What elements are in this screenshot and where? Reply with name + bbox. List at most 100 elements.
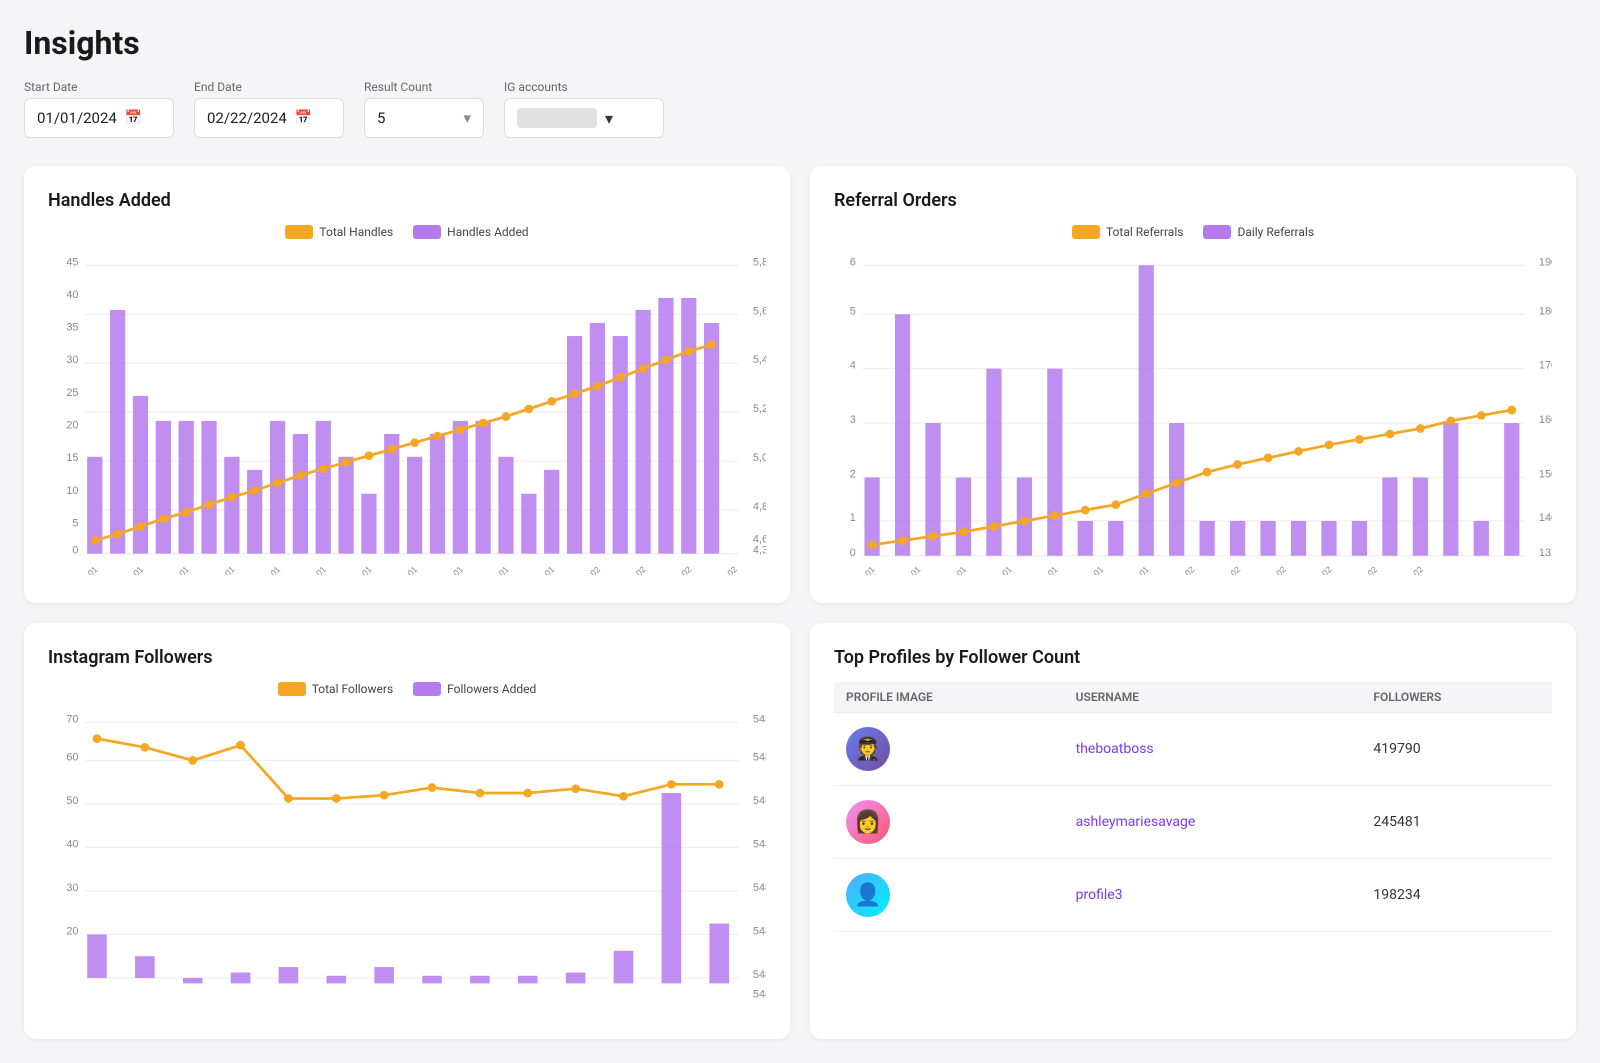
svg-text:2024-22-01: 2024-22-01 [381,564,420,575]
followers-chart-svg: 70 60 50 40 30 20 548,600 548,550 548,50… [48,706,766,1011]
svg-text:2024-06-01: 2024-06-01 [930,564,969,575]
start-date-value: 01/01/2024 [37,109,117,127]
top-profiles-card: Top Profiles by Follower Count PROFILE I… [810,623,1576,1039]
svg-text:0: 0 [850,547,856,559]
svg-text:70: 70 [66,714,78,726]
top-charts-row: Handles Added Total Handles Handles Adde… [24,166,1576,603]
avatar: 👤 [846,873,890,917]
referral-legend: Total Referrals Daily Referrals [834,225,1552,239]
svg-text:5: 5 [850,305,856,317]
svg-text:25: 25 [66,387,78,399]
followers-card: Instagram Followers Total Followers Foll… [24,623,790,1039]
start-date-label: Start Date [24,80,174,94]
top-profiles-title: Top Profiles by Follower Count [834,647,1552,668]
profiles-table: PROFILE IMAGE USERNAME FOLLOWERS 🧑‍✈️ th… [834,682,1552,932]
svg-text:5,800: 5,800 [753,256,766,268]
handles-chart-svg: 45 40 35 30 25 20 15 10 5 0 5,800 5,600 … [48,249,766,575]
svg-text:150: 150 [1539,468,1552,480]
username-link[interactable]: ashleymariesavage [1076,814,1196,830]
referral-legend-daily-label: Daily Referrals [1237,225,1314,239]
total-referrals-color-box [1072,225,1100,239]
handles-legend-added-label: Handles Added [447,225,528,239]
svg-text:2024-28-01: 2024-28-01 [472,564,511,575]
referral-legend-total: Total Referrals [1072,225,1183,239]
col-followers: FOLLOWERS [1361,682,1552,713]
svg-text:2024-31-01: 2024-31-01 [518,564,557,575]
svg-text:2024-10-01: 2024-10-01 [975,564,1014,575]
svg-text:2024-07-01: 2024-07-01 [152,564,191,575]
bottom-row: Instagram Followers Total Followers Foll… [24,623,1576,1039]
ig-accounts-label: IG accounts [504,80,664,94]
handles-added-card: Handles Added Total Handles Handles Adde… [24,166,790,603]
svg-text:15: 15 [66,452,78,464]
svg-text:548,300: 548,300 [753,969,766,981]
followers-added-color-box [413,682,441,696]
svg-text:140: 140 [1539,512,1552,524]
svg-text:548,500: 548,500 [753,795,766,807]
result-count-select[interactable]: 5 ▾ [364,98,484,138]
svg-text:2: 2 [850,468,856,480]
result-count-group: Result Count 5 ▾ [364,80,484,138]
referral-legend-total-label: Total Referrals [1106,225,1183,239]
svg-text:2024-12-02: 2024-12-02 [1249,564,1288,575]
svg-text:0: 0 [72,545,78,557]
col-profile-image: PROFILE IMAGE [834,682,1064,713]
username-link[interactable]: profile3 [1076,887,1123,903]
end-date-input[interactable]: 02/22/2024 📅 [194,98,344,138]
svg-text:180: 180 [1539,305,1552,317]
handles-legend-added: Handles Added [413,225,528,239]
svg-text:4: 4 [850,360,856,372]
handles-chart-title: Handles Added [48,190,766,211]
handles-legend-total: Total Handles [285,225,393,239]
referral-orders-card: Referral Orders Total Referrals Daily Re… [810,166,1576,603]
svg-text:5,000: 5,000 [753,452,766,464]
followers-legend-total: Total Followers [278,682,393,696]
svg-text:45: 45 [66,256,78,268]
calendar-icon-end: 📅 [295,110,312,126]
svg-text:548,250: 548,250 [753,989,766,1001]
svg-text:548,550: 548,550 [753,752,766,764]
svg-text:2024-19-01: 2024-19-01 [335,564,374,575]
svg-text:2024-03-02: 2024-03-02 [564,564,603,575]
svg-text:2024-15-01: 2024-15-01 [1021,564,1060,575]
filters-bar: Start Date 01/01/2024 📅 End Date 02/22/2… [24,80,1576,138]
svg-text:4,800: 4,800 [753,501,766,513]
svg-text:20: 20 [66,926,78,938]
svg-text:548,450: 548,450 [753,839,766,851]
table-row: 🧑‍✈️ theboatboss 419790 [834,713,1552,786]
svg-text:2024-04-01: 2024-04-01 [107,564,146,575]
avatar: 🧑‍✈️ [846,727,890,771]
profile-image-cell: 👤 [834,859,1064,932]
followers-legend: Total Followers Followers Added [48,682,766,696]
start-date-input[interactable]: 01/01/2024 📅 [24,98,174,138]
svg-text:2024-13-01: 2024-13-01 [244,564,283,575]
svg-text:2024-21-02: 2024-21-02 [1387,564,1426,575]
referral-chart-title: Referral Orders [834,190,1552,211]
svg-text:5,400: 5,400 [753,354,766,366]
svg-text:2024-16-01: 2024-16-01 [289,564,328,575]
result-count-label: Result Count [364,80,484,94]
svg-text:1: 1 [850,512,856,524]
followers-legend-added: Followers Added [413,682,536,696]
svg-text:2024-06-02: 2024-06-02 [609,564,648,575]
svg-text:548,350: 548,350 [753,926,766,938]
svg-text:2024-10-01: 2024-10-01 [198,564,237,575]
ig-accounts-select[interactable]: ▾ [504,98,664,138]
svg-text:170: 170 [1539,360,1552,372]
handles-chart-container: 45 40 35 30 25 20 15 10 5 0 5,800 5,600 … [48,249,766,579]
svg-text:190: 190 [1539,256,1552,268]
total-handles-color-box [285,225,313,239]
followers-chart-title: Instagram Followers [48,647,766,668]
chevron-down-icon: ▾ [463,109,471,127]
svg-text:40: 40 [66,839,78,851]
svg-text:6: 6 [850,256,856,268]
referral-chart-svg: 6 5 4 3 2 1 0 190 180 170 160 150 140 13… [834,249,1552,575]
result-count-value: 5 [377,109,385,127]
page-title: Insights [24,24,1576,62]
username-link[interactable]: theboatboss [1076,741,1154,757]
handles-legend: Total Handles Handles Added [48,225,766,239]
ig-chevron-icon: ▾ [605,109,613,128]
profile-image-cell: 🧑‍✈️ [834,713,1064,786]
ig-pill [517,108,597,128]
referral-chart-container: 6 5 4 3 2 1 0 190 180 170 160 150 140 13… [834,249,1552,579]
